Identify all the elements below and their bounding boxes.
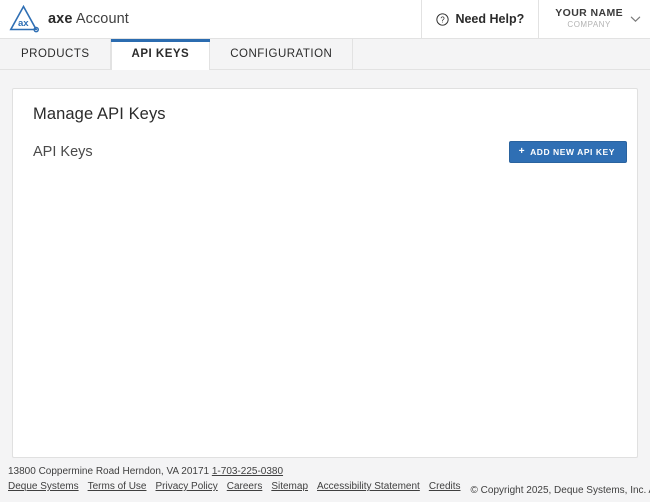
add-new-api-key-button[interactable]: + ADD NEW API KEY: [509, 141, 627, 163]
tab-configuration[interactable]: CONFIGURATION: [210, 39, 353, 69]
footer-left: 13800 Coppermine Road Herndon, VA 20171 …: [8, 466, 461, 492]
svg-text:ax: ax: [18, 18, 29, 29]
add-new-api-key-label: ADD NEW API KEY: [530, 148, 615, 157]
user-menu-button[interactable]: YOUR NAME COMPANY: [539, 0, 650, 38]
need-help-label: Need Help?: [455, 12, 524, 26]
brand[interactable]: ax axe Account: [0, 0, 421, 38]
user-name-label: YOUR NAME: [555, 8, 623, 19]
footer-right: © Copyright 2025, Deque Systems, Inc. Al…: [471, 466, 650, 496]
app-header: ax axe Account ? Need Help? YOUR NAME CO…: [0, 0, 650, 39]
footer-link-deque-systems[interactable]: Deque Systems: [8, 481, 79, 492]
tab-configuration-label: CONFIGURATION: [230, 48, 332, 60]
tabbar-spacer: [353, 39, 650, 69]
footer-link-careers[interactable]: Careers: [227, 481, 263, 492]
copyright-text: © Copyright 2025, Deque Systems, Inc. Al…: [471, 485, 650, 496]
plus-icon: +: [519, 147, 525, 157]
primary-tabs: PRODUCTS API KEYS CONFIGURATION: [0, 39, 650, 70]
brand-title: axe Account: [48, 11, 129, 27]
footer-link-sitemap[interactable]: Sitemap: [271, 481, 308, 492]
svg-text:?: ?: [441, 15, 446, 24]
footer-phone-link[interactable]: 1-703-225-0380: [212, 466, 283, 477]
api-keys-section-title: API Keys: [33, 144, 93, 160]
footer-link-privacy-policy[interactable]: Privacy Policy: [156, 481, 218, 492]
question-circle-icon: ?: [436, 13, 449, 26]
brand-title-bold: axe: [48, 11, 73, 27]
axe-triangle-logo-icon: ax: [8, 4, 39, 34]
main-content: Manage API Keys API Keys + ADD NEW API K…: [0, 70, 650, 458]
tab-api-keys[interactable]: API KEYS: [111, 39, 211, 70]
user-identity: YOUR NAME COMPANY: [555, 8, 623, 29]
chevron-down-icon: [630, 15, 641, 23]
api-keys-section-header: API Keys + ADD NEW API KEY: [23, 141, 627, 163]
page-title: Manage API Keys: [23, 105, 627, 124]
footer-address: 13800 Coppermine Road Herndon, VA 20171 …: [8, 466, 461, 477]
manage-api-keys-card: Manage API Keys API Keys + ADD NEW API K…: [12, 88, 638, 458]
footer-links: Deque Systems Terms of Use Privacy Polic…: [8, 481, 461, 492]
tab-products[interactable]: PRODUCTS: [0, 39, 111, 69]
need-help-button[interactable]: ? Need Help?: [422, 0, 538, 38]
footer-link-terms-of-use[interactable]: Terms of Use: [88, 481, 147, 492]
page-footer: 13800 Coppermine Road Herndon, VA 20171 …: [0, 458, 650, 502]
brand-title-rest: Account: [73, 11, 129, 27]
footer-link-credits[interactable]: Credits: [429, 481, 461, 492]
user-company-label: COMPANY: [555, 21, 623, 29]
footer-address-text: 13800 Coppermine Road Herndon, VA 20171: [8, 466, 209, 477]
footer-link-accessibility-statement[interactable]: Accessibility Statement: [317, 481, 420, 492]
tab-products-label: PRODUCTS: [21, 48, 90, 60]
tab-api-keys-label: API KEYS: [132, 48, 190, 60]
